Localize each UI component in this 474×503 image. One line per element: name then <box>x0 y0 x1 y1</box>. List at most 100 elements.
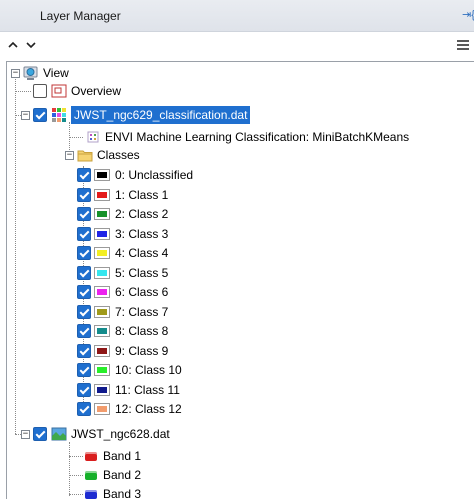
tree-item-band[interactable]: Band 3 <box>85 485 141 503</box>
classification-raster-icon <box>52 108 66 122</box>
metadata-icon <box>87 131 99 143</box>
class-label: 0: Unclassified <box>115 168 194 182</box>
tree-connector <box>69 475 83 476</box>
band-label: Band 2 <box>103 468 142 482</box>
class-checkbox[interactable] <box>77 246 91 260</box>
image-file-checkbox[interactable] <box>33 427 47 441</box>
tree-item-classification-file[interactable]: − JWST_ngc629_classification.dat <box>21 106 251 124</box>
class-color-swatch <box>94 266 110 279</box>
class-color-swatch <box>94 364 110 376</box>
tree-item-class[interactable]: 9: Class 9 <box>77 342 168 360</box>
class-checkbox[interactable] <box>77 343 91 358</box>
panel-menu-button[interactable] <box>456 38 470 52</box>
tree-item-classes-folder[interactable]: − Classes <box>65 146 140 164</box>
class-color-swatch <box>94 344 110 357</box>
overview-icon <box>51 84 67 98</box>
tree-item-band[interactable]: Band 1 <box>85 447 141 465</box>
class-color-swatch <box>94 227 110 240</box>
tree-item-class[interactable]: 2: Class 2 <box>77 205 168 223</box>
tree-item-class[interactable]: 3: Class 3 <box>77 225 168 243</box>
class-checkbox[interactable] <box>77 187 91 202</box>
class-label: 3: Class 3 <box>115 226 169 241</box>
tree-connector <box>69 456 83 457</box>
class-checkbox[interactable] <box>77 382 91 397</box>
collapse-icon[interactable]: − <box>11 68 20 78</box>
class-checkbox[interactable] <box>77 168 91 182</box>
collapse-icon[interactable]: − <box>65 150 74 160</box>
class-checkbox[interactable] <box>77 226 91 241</box>
tree-item-class[interactable]: 1: Class 1 <box>77 186 168 204</box>
tree-item-label: View <box>43 66 69 80</box>
tree-item-label: ENVI Machine Learning Classification: Mi… <box>105 130 410 144</box>
class-label: 9: Class 9 <box>115 343 169 358</box>
class-label: 8: Class 8 <box>115 324 169 338</box>
class-color-swatch <box>94 188 110 201</box>
layer-tree: − View Overview − JWST_ngc629_classifica… <box>6 61 474 501</box>
tree-item-class[interactable]: 11: Class 11 <box>77 381 180 399</box>
class-color-swatch <box>94 305 110 318</box>
tree-item-label: JWST_ngc629_classification.dat <box>71 106 251 124</box>
panel-title: Layer Manager <box>40 9 121 23</box>
class-checkbox[interactable] <box>77 207 91 221</box>
class-color-swatch <box>94 208 110 220</box>
class-label: 1: Class 1 <box>115 187 169 202</box>
class-label: 12: Class 12 <box>115 402 182 416</box>
class-checkbox[interactable] <box>77 265 91 280</box>
folder-icon <box>77 150 93 162</box>
classification-file-checkbox[interactable] <box>33 108 47 122</box>
class-color-swatch <box>94 403 110 415</box>
class-checkbox[interactable] <box>77 402 91 416</box>
band-label: Band 3 <box>103 487 142 501</box>
tree-item-algorithm[interactable]: ENVI Machine Learning Classification: Mi… <box>85 128 409 146</box>
band-color-icon <box>85 489 97 499</box>
class-color-swatch <box>94 169 110 181</box>
band-color-icon <box>85 470 97 480</box>
chevron-up-icon <box>8 41 18 48</box>
move-down-button[interactable] <box>24 38 38 52</box>
collapse-icon[interactable]: − <box>21 429 30 439</box>
tree-item-class[interactable]: 0: Unclassified <box>77 166 193 184</box>
tree-item-class[interactable]: 4: Class 4 <box>77 244 168 262</box>
class-checkbox[interactable] <box>77 363 91 377</box>
hamburger-menu-icon <box>457 40 469 50</box>
tree-connector <box>69 137 83 138</box>
tree-item-image-file[interactable]: − JWST_ngc628.dat <box>21 425 170 443</box>
tree-item-band[interactable]: Band 2 <box>85 466 141 484</box>
layer-manager-titlebar: Layer Manager ⇥{ <box>0 0 474 32</box>
class-checkbox[interactable] <box>77 324 91 338</box>
class-label: 7: Class 7 <box>115 304 169 319</box>
collapse-icon[interactable]: − <box>21 110 30 120</box>
undock-icon[interactable]: ⇥{ <box>462 8 474 22</box>
tree-connector <box>69 442 70 496</box>
overview-checkbox[interactable] <box>33 84 47 98</box>
class-label: 6: Class 6 <box>115 285 169 299</box>
class-label: 2: Class 2 <box>115 207 169 221</box>
tree-item-class[interactable]: 8: Class 8 <box>77 322 168 340</box>
class-label: 4: Class 4 <box>115 246 169 260</box>
tree-item-label: JWST_ngc628.dat <box>71 427 170 441</box>
raster-image-icon <box>51 427 67 441</box>
tree-connector <box>15 91 31 92</box>
class-checkbox[interactable] <box>77 285 91 299</box>
chevron-down-icon <box>26 42 36 49</box>
class-label: 5: Class 5 <box>115 265 169 280</box>
class-color-swatch <box>94 325 110 337</box>
class-color-swatch <box>94 286 110 298</box>
move-up-button[interactable] <box>6 38 20 52</box>
band-color-icon <box>85 451 97 461</box>
tree-item-class[interactable]: 7: Class 7 <box>77 303 168 321</box>
tree-item-class[interactable]: 10: Class 10 <box>77 361 182 379</box>
tree-item-overview[interactable]: Overview <box>33 82 121 100</box>
class-color-swatch <box>94 247 110 259</box>
tree-item-class[interactable]: 5: Class 5 <box>77 264 168 282</box>
class-color-swatch <box>94 383 110 396</box>
layer-toolbar <box>0 32 474 60</box>
tree-item-view[interactable]: − View <box>11 64 69 82</box>
class-checkbox[interactable] <box>77 304 91 319</box>
tree-item-class[interactable]: 12: Class 12 <box>77 400 182 418</box>
tree-connector <box>15 74 16 434</box>
class-label: 11: Class 11 <box>115 382 180 397</box>
tree-item-class[interactable]: 6: Class 6 <box>77 283 168 301</box>
class-label: 10: Class 10 <box>115 363 182 377</box>
tree-connector <box>69 494 83 495</box>
